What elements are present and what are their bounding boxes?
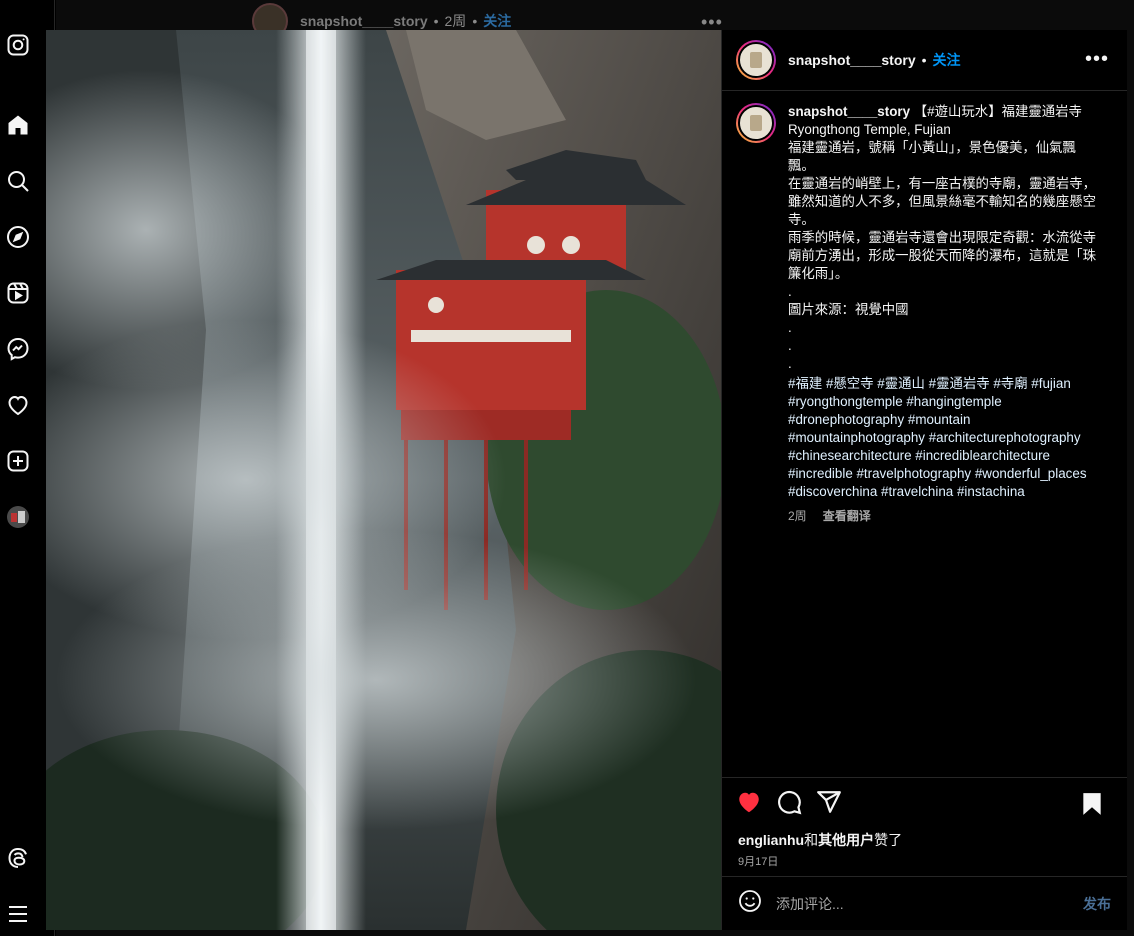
liked-suffix: 赞了 [874,832,903,848]
save-icon[interactable] [1079,791,1105,822]
post-modal: snapshot____story • 关注 ••• snapshot____s… [46,30,1127,930]
caption-line-7: . [788,320,792,335]
post-time[interactable]: 2周 [788,507,807,525]
heart-icon[interactable] [6,393,30,417]
background-follow-button: 关注 [483,13,512,29]
follow-button[interactable]: 关注 [933,50,961,70]
explore-icon[interactable] [6,225,30,249]
action-bar [722,778,1127,830]
background-username: snapshot____story [300,13,428,29]
caption-line-8: . [788,338,792,353]
post-sidebar: snapshot____story • 关注 ••• snapshot____s… [721,30,1127,930]
caption-line-1: Ryongthong Temple, Fujian [788,122,951,137]
caption-avatar[interactable] [736,103,776,143]
comment-icon[interactable] [776,789,802,820]
background-time: 2周 [444,13,467,29]
threads-icon[interactable] [6,846,30,870]
caption-line-0: 【#遊山玩水】福建靈通岩寺 [913,104,1082,119]
comment-input[interactable] [776,895,1066,912]
caption-meta: 2周 查看翻译 [788,507,1098,525]
emoji-icon[interactable] [738,889,762,918]
caption-line-2: 福建靈通岩，號稱「小黃山」，景色優美，仙氣飄飄。 [788,140,1076,173]
create-icon[interactable] [6,449,30,473]
see-translation-button[interactable]: 查看翻译 [823,507,871,525]
caption-block: snapshot____story 【#遊山玩水】福建靈通岩寺 Ryongtho… [736,103,1107,525]
search-icon[interactable] [6,169,30,193]
home-icon[interactable] [6,113,30,137]
temple-waterfall-photo [46,30,721,930]
instagram-icon[interactable] [6,33,30,57]
liked-by-user[interactable]: englianhu [738,832,804,848]
liked-by: englianhu和其他用户赞了 [722,830,1127,850]
reels-icon[interactable] [6,281,30,305]
caption-text: snapshot____story 【#遊山玩水】福建靈通岩寺 Ryongtho… [788,103,1098,525]
menu-icon[interactable] [6,902,30,926]
author-username[interactable]: snapshot____story [788,52,916,68]
liked-others[interactable]: 其他用户 [818,832,874,848]
caption-line-4: 雨季的時候，靈通岩寺還會出現限定奇觀：水流從寺廟前方湧出，形成一股從天而降的瀑布… [788,230,1096,281]
caption-line-5: . [788,284,792,299]
caption-username[interactable]: snapshot____story [788,104,910,119]
header-separator: • [921,52,927,68]
post-header: snapshot____story • 关注 ••• [722,30,1127,91]
caption-line-9: . [788,356,792,371]
like-icon[interactable] [736,789,762,820]
post-actions: englianhu和其他用户赞了 9月17日 [722,777,1127,877]
post-image [46,30,721,930]
caption-line-3: 在靈通岩的峭壁上，有一座古樸的寺廟，靈通岩寺，雖然知道的人不多，但風景絲毫不輸知… [788,176,1096,227]
background-separator-2: • [472,13,478,29]
share-icon[interactable] [816,789,842,820]
author-avatar[interactable] [736,40,776,80]
messenger-icon[interactable] [6,337,30,361]
post-date[interactable]: 9月17日 [722,853,1127,869]
comment-box: 发布 [722,876,1127,930]
profile-avatar[interactable] [6,505,30,529]
caption-line-6: 圖片來源：視覺中國 [788,302,909,317]
post-comment-button[interactable]: 发布 [1083,894,1111,914]
caption-hashtags[interactable]: #福建 #懸空寺 #靈通山 #靈通岩寺 #寺廟 #fujian #ryongth… [788,375,1098,501]
liked-connector: 和 [804,832,819,848]
background-separator: • [433,13,439,29]
more-options-icon[interactable]: ••• [1085,49,1109,69]
